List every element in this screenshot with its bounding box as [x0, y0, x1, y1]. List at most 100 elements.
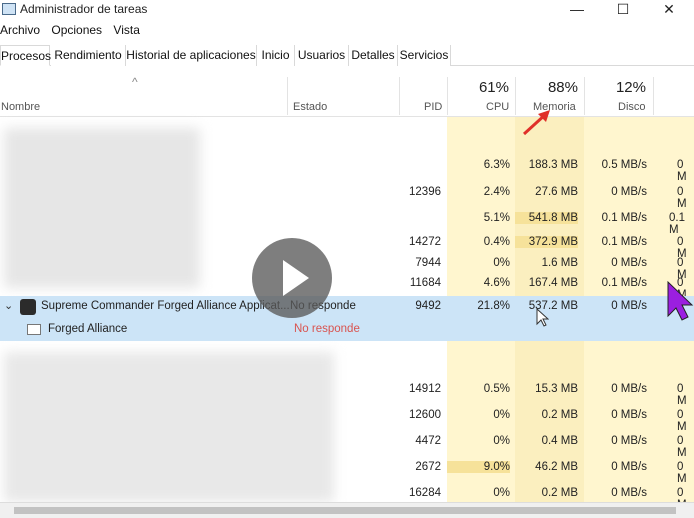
cpu-cell: 0%	[493, 487, 510, 499]
cpu-cell: 0%	[493, 409, 510, 421]
table-row[interactable]: 11684 4.6% 167.4 MB 0.1 MB/s 0 M	[0, 273, 694, 301]
pid-cell: 12396	[409, 186, 441, 198]
table-row[interactable]: 12396 2.4% 27.6 MB 0 MB/s 0 M	[0, 182, 694, 210]
tab-usuarios[interactable]: Usuarios	[295, 45, 349, 66]
cpu-cell: 9.0%	[447, 461, 510, 473]
network-cell: 0 M	[677, 409, 687, 433]
cpu-cell: 0%	[493, 435, 510, 447]
tab-procesos[interactable]: Procesos	[0, 45, 51, 66]
menu-archivo[interactable]: Archivo	[0, 23, 40, 37]
cpu-cell: 0%	[493, 257, 510, 269]
divider	[653, 77, 654, 115]
table-row[interactable]: 5.1% 541.8 MB 0.1 MB/s 0.1 M	[0, 208, 694, 236]
pid-cell: 16284	[409, 487, 441, 499]
selected-child-row[interactable]: Forged Alliance No responde	[0, 319, 694, 341]
disk-cell: 0.1 MB/s	[601, 277, 647, 289]
table-row[interactable]: 12600 0% 0.2 MB 0 MB/s 0 M	[0, 405, 694, 433]
disk-cell: 0.1 MB/s	[601, 236, 647, 248]
horizontal-scrollbar[interactable]	[0, 502, 694, 518]
cpu-cell: 5.1%	[483, 212, 510, 224]
tab-rendimiento[interactable]: Rendimiento	[51, 45, 126, 66]
menu-opciones[interactable]: Opciones	[51, 23, 102, 37]
network-cell: 0 M	[677, 435, 687, 459]
network-cell: 0 M	[677, 383, 687, 407]
disk-cell: 0 MB/s	[611, 435, 647, 447]
divider	[399, 77, 400, 115]
pid-cell: 12600	[409, 409, 441, 421]
title-bar: Administrador de tareas — ☐ ✕	[0, 0, 694, 20]
mouse-pointer-icon	[536, 308, 549, 327]
table-row[interactable]: 6.3% 188.3 MB 0.5 MB/s 0 M	[0, 155, 694, 183]
window-title: Administrador de tareas	[20, 2, 148, 16]
sort-arrow-icon: ^	[132, 75, 138, 89]
minimize-button[interactable]: —	[554, 0, 600, 20]
child-status: No responde	[294, 323, 360, 335]
selected-process-row[interactable]: ⌄ Supreme Commander Forged Alliance Appl…	[0, 296, 694, 319]
tab-servicios[interactable]: Servicios	[398, 45, 451, 66]
tab-historial[interactable]: Historial de aplicaciones	[126, 45, 257, 66]
memory-cell: 167.4 MB	[528, 277, 578, 289]
network-cell: 0 M	[677, 461, 687, 485]
disk-cell: 0.1 MB/s	[601, 212, 647, 224]
table-row[interactable]: 2672 9.0% 46.2 MB 0 MB/s 0 M	[0, 457, 694, 485]
divider	[287, 77, 288, 115]
disk-cell: 0 MB/s	[611, 487, 647, 499]
disk-cell: 0 MB/s	[611, 186, 647, 198]
header-status[interactable]: Estado	[293, 101, 327, 113]
memory-cell: 46.2 MB	[535, 461, 578, 473]
network-cell: 0 M	[677, 186, 687, 210]
disk-cell: 0 MB/s	[611, 383, 647, 395]
disk-cell: 0.5 MB/s	[601, 159, 647, 171]
task-manager-icon	[2, 3, 16, 15]
header-cpu[interactable]: CPU	[486, 101, 509, 113]
cursor-icon	[667, 280, 694, 321]
memory-cell: 27.6 MB	[535, 186, 578, 198]
disk-cell: 0 MB/s	[611, 300, 647, 312]
menu-bar: Archivo Opciones Vista	[0, 23, 148, 41]
play-icon[interactable]	[252, 238, 332, 318]
process-name: Supreme Commander Forged Alliance Applic…	[41, 300, 290, 312]
disk-cell: 0 MB/s	[611, 461, 647, 473]
network-cell: 0 M	[677, 159, 687, 183]
column-header: ^ Nombre Estado PID 61% CPU 88% Memoria …	[0, 67, 694, 117]
pid-cell: 4472	[415, 435, 441, 447]
close-button[interactable]: ✕	[646, 0, 692, 20]
game-icon	[20, 299, 36, 315]
scrollbar-thumb[interactable]	[14, 507, 676, 514]
header-cpu-percent: 61%	[478, 79, 509, 96]
arrow-annotation-icon	[522, 110, 550, 136]
disk-cell: 0 MB/s	[611, 257, 647, 269]
window-icon	[27, 324, 41, 335]
maximize-button[interactable]: ☐	[600, 0, 646, 20]
cpu-cell: 0.4%	[483, 236, 510, 248]
header-pid[interactable]: PID	[424, 101, 442, 113]
memory-cell: 0.2 MB	[541, 409, 578, 421]
memory-cell: 372.9 MB	[515, 236, 578, 248]
table-row[interactable]: 14912 0.5% 15.3 MB 0 MB/s 0 M	[0, 379, 694, 407]
expand-chevron-icon[interactable]: ⌄	[4, 299, 13, 312]
memory-cell: 0.2 MB	[541, 487, 578, 499]
pid-cell: 11684	[409, 277, 441, 289]
cpu-cell: 21.8%	[477, 300, 510, 312]
table-row[interactable]: 4472 0% 0.4 MB 0 MB/s 0 M	[0, 431, 694, 459]
tab-detalles[interactable]: Detalles	[349, 45, 398, 66]
table-row[interactable]: 14272 0.4% 372.9 MB 0.1 MB/s 0 M	[0, 232, 694, 260]
menu-vista[interactable]: Vista	[113, 23, 139, 37]
table-row[interactable]: 7944 0% 1.6 MB 0 MB/s 0 M	[0, 253, 694, 281]
tab-inicio[interactable]: Inicio	[257, 45, 295, 66]
disk-cell: 0 MB/s	[611, 409, 647, 421]
tab-strip: Procesos Rendimiento Historial de aplica…	[0, 45, 694, 66]
memory-cell: 15.3 MB	[535, 383, 578, 395]
child-name: Forged Alliance	[48, 323, 128, 335]
header-disk[interactable]: Disco	[618, 101, 646, 113]
pid-cell: 14272	[409, 236, 441, 248]
cpu-cell: 2.4%	[483, 186, 510, 198]
cpu-cell: 4.6%	[483, 277, 510, 289]
memory-cell: 541.8 MB	[515, 212, 578, 224]
cpu-cell: 6.3%	[483, 159, 510, 171]
pid-cell: 9492	[415, 300, 441, 312]
memory-cell: 0.4 MB	[541, 435, 578, 447]
header-name[interactable]: Nombre	[1, 101, 40, 113]
cpu-cell: 0.5%	[483, 383, 510, 395]
pid-cell: 7944	[415, 257, 441, 269]
